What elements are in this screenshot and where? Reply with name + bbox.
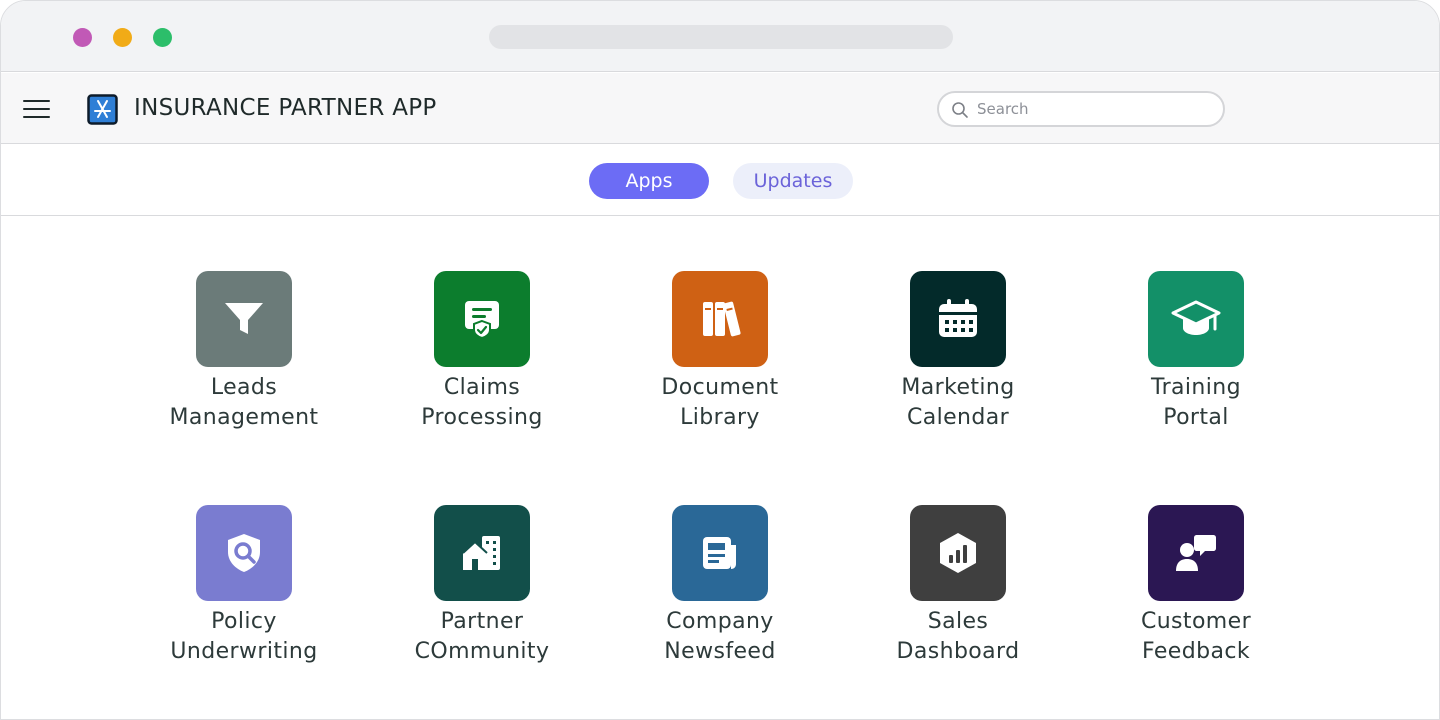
close-window-dot[interactable]: [73, 28, 92, 47]
app-label: Training Portal: [1150, 375, 1241, 430]
maximize-window-dot[interactable]: [153, 28, 172, 47]
app-tile-company-newsfeed[interactable]: Company Newsfeed: [600, 505, 840, 675]
calendar-icon: [910, 271, 1006, 367]
app-label: Policy Underwriting: [170, 609, 318, 664]
hamburger-menu-icon[interactable]: [23, 98, 51, 120]
app-tile-sales-dashboard[interactable]: Sales Dashboard: [838, 505, 1078, 675]
app-header: INSURANCE PARTNER APP: [1, 73, 1439, 144]
window-titlebar: [1, 1, 1439, 72]
app-label: Sales Dashboard: [896, 609, 1020, 664]
app-label: Customer Feedback: [1140, 609, 1252, 664]
funnel-icon: [196, 271, 292, 367]
app-tile-document-library[interactable]: Document Library: [600, 271, 840, 441]
tab-bar: Apps Updates: [1, 145, 1439, 216]
buildings-icon: [434, 505, 530, 601]
app-tile-policy-underwriting[interactable]: Policy Underwriting: [124, 505, 364, 675]
app-title: INSURANCE PARTNER APP: [134, 95, 437, 121]
app-tile-partner-community[interactable]: Partner COmmunity: [362, 505, 602, 675]
tab-apps[interactable]: Apps: [589, 163, 709, 199]
app-store-icon: [87, 94, 118, 125]
search-box[interactable]: [937, 91, 1225, 127]
app-label: Partner COmmunity: [414, 609, 550, 664]
certificate-check-icon: [434, 271, 530, 367]
browser-window: INSURANCE PARTNER APP Apps Updates Leads…: [0, 0, 1440, 720]
tab-updates[interactable]: Updates: [733, 163, 853, 199]
books-icon: [672, 271, 768, 367]
graduation-cap-icon: [1148, 271, 1244, 367]
app-tile-claims-processing[interactable]: Claims Processing: [362, 271, 602, 441]
app-label: Document Library: [661, 375, 779, 430]
app-tile-customer-feedback[interactable]: Customer Feedback: [1076, 505, 1316, 675]
search-input[interactable]: [977, 97, 1207, 121]
app-tile-training-portal[interactable]: Training Portal: [1076, 271, 1316, 441]
app-tile-leads-management[interactable]: Leads Management: [124, 271, 364, 441]
app-label: Claims Processing: [421, 375, 543, 430]
minimize-window-dot[interactable]: [113, 28, 132, 47]
address-bar[interactable]: [489, 25, 953, 49]
app-label: Company Newsfeed: [664, 609, 776, 664]
search-icon: [952, 102, 968, 118]
newspaper-icon: [672, 505, 768, 601]
user-chat-icon: [1148, 505, 1244, 601]
app-tile-marketing-calendar[interactable]: Marketing Calendar: [838, 271, 1078, 441]
app-label: Marketing Calendar: [901, 375, 1015, 430]
shield-search-icon: [196, 505, 292, 601]
bar-chart-hexagon-icon: [910, 505, 1006, 601]
app-label: Leads Management: [169, 375, 319, 430]
